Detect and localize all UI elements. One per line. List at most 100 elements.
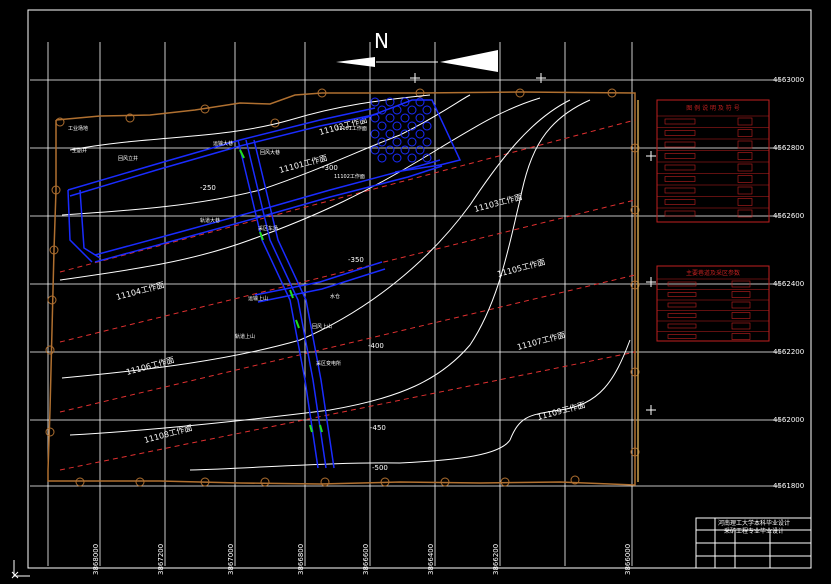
roadway-label: 回风上山 <box>312 323 332 330</box>
legend-table-1: 图 例 说 明 及 符 号 <box>656 99 770 223</box>
hatch-cell <box>422 137 432 147</box>
grid-x-label: 3868000 <box>92 544 100 575</box>
roadway-label: 采区车场 <box>258 225 278 232</box>
legend-text-block <box>667 302 697 308</box>
grid-labels: 3868000 3867200 3867000 3866800 3866600 38664… <box>92 76 804 575</box>
legend-text-block <box>664 210 696 217</box>
legend-symbol <box>737 175 753 183</box>
grid-y-label: 4563000 <box>773 76 804 84</box>
roadway-label: 轨道大巷 <box>200 217 220 224</box>
boundary-marker <box>135 477 145 487</box>
grid-x-label: 3867000 <box>227 544 235 575</box>
legend-text-block <box>667 334 697 339</box>
legend-symbol <box>731 291 751 298</box>
roadway-label: 主副井 <box>72 147 87 154</box>
roadway-label: 采区变电所 <box>316 360 341 367</box>
grid-x-label: 3866600 <box>362 544 370 575</box>
hatch-cell <box>392 121 402 131</box>
legend-symbol <box>731 301 751 309</box>
mined-area-hatch <box>370 97 432 163</box>
legend-text-block <box>664 141 696 148</box>
legend-symbol <box>731 322 751 330</box>
hatch-cell <box>392 137 402 147</box>
legend-text-block <box>664 187 696 194</box>
roadway-label: 11101工作面 <box>336 125 367 132</box>
title-line-1: 河南理工大学本科毕业设计 <box>718 519 790 527</box>
roadway-label: 轨道上山 <box>235 333 255 340</box>
workface-label: 11105工作面 <box>496 256 546 278</box>
hatch-cell <box>377 153 387 163</box>
hatch-cell <box>415 113 425 123</box>
hatch-cell <box>385 145 395 155</box>
legend-text-block <box>664 130 696 136</box>
legend-symbol <box>737 152 753 160</box>
hatch-cell <box>415 129 425 139</box>
hatch-cell <box>370 129 380 139</box>
grid-x-label: 3866400 <box>427 544 435 575</box>
mine-plan-drawing: 河南理工大学本科毕业设计 采矿工程专业毕业设计 3868000 3867200 38… <box>11 9 812 579</box>
hatch-cell <box>422 121 432 131</box>
legend-symbol <box>737 129 753 137</box>
grid-x-label: 3866200 <box>492 544 500 575</box>
north-arrow: N <box>336 29 498 72</box>
legend-text-block <box>667 313 697 318</box>
boundary-marker <box>515 88 525 98</box>
workface-label: 11103工作面 <box>473 191 523 213</box>
legend-symbol <box>737 163 753 172</box>
hatch-cell <box>377 121 387 131</box>
legend-text-block <box>664 176 696 182</box>
contour-label: -350 <box>348 256 364 264</box>
roadway-label: 工业场地 <box>68 125 88 132</box>
contour-label: -450 <box>370 424 386 432</box>
legend-symbol <box>731 333 751 340</box>
hatch-cell <box>400 113 410 123</box>
contour-label: -500 <box>372 464 388 472</box>
legend-text-block <box>664 199 696 205</box>
hatch-cell <box>407 153 417 163</box>
legend-symbol <box>731 312 751 319</box>
roadway-label: 11102工作面 <box>334 173 365 180</box>
grid-y-label: 4562200 <box>773 348 804 356</box>
boundary-marker <box>75 477 85 487</box>
boundary-marker <box>320 477 330 487</box>
title-block: 河南理工大学本科毕业设计 采矿工程专业毕业设计 <box>695 517 812 569</box>
grid-x-label: 3866800 <box>297 544 305 575</box>
hatch-cell <box>392 105 402 115</box>
hatch-cell <box>407 105 417 115</box>
grid-x-label: 3866000 <box>624 544 632 575</box>
hatch-cell <box>415 97 425 107</box>
legend-symbol <box>737 117 753 126</box>
roadway-label: 运输大巷 <box>213 140 233 147</box>
legend-symbol <box>737 140 753 149</box>
boundary-marker <box>260 477 270 487</box>
hatch-cell <box>422 105 432 115</box>
workface-label: 11109工作面 <box>536 399 586 421</box>
roadway-label: 运输上山 <box>248 295 268 302</box>
roadway-label: 回风立井 <box>118 155 138 162</box>
workface-label: 11106工作面 <box>125 354 175 376</box>
grid-y-label: 4562400 <box>773 280 804 288</box>
legend-text-block <box>664 153 696 159</box>
legend-symbol <box>737 186 753 195</box>
grid-y-label: 4562600 <box>773 212 804 220</box>
legend1-title: 图 例 说 明 及 符 号 <box>686 104 739 112</box>
legend-table-2: 主要巷道及采区参数 <box>656 265 770 342</box>
ucs-icon <box>11 560 30 579</box>
hatch-cell <box>407 137 417 147</box>
hatch-cell <box>415 145 425 155</box>
hatch-cell <box>370 145 380 155</box>
legend-text-block <box>664 118 696 125</box>
roadway-label: 回风大巷 <box>260 149 280 156</box>
legend-text-block <box>667 323 697 329</box>
contour-label: -300 <box>322 164 338 172</box>
hatch-cell <box>400 145 410 155</box>
contour-label: -250 <box>200 184 216 192</box>
title-line-2: 采矿工程专业毕业设计 <box>724 527 784 535</box>
contour-label: -400 <box>368 342 384 350</box>
hatch-cell <box>392 153 402 163</box>
workface-label: 11101工作面 <box>278 152 328 174</box>
legend-symbol <box>737 198 753 206</box>
north-label: N <box>374 29 389 53</box>
grid-y-label: 4562800 <box>773 144 804 152</box>
hatch-cell <box>385 113 395 123</box>
